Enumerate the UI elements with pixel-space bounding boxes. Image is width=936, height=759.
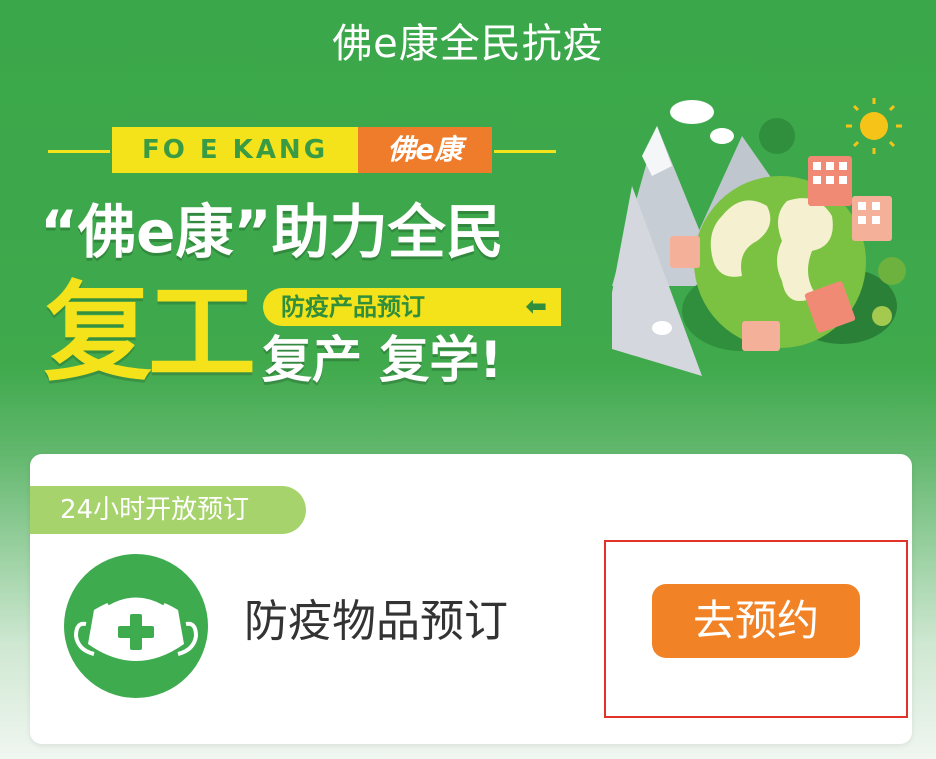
brand-divider-right (494, 150, 556, 153)
arrow-left-icon: ⬅ (525, 292, 547, 322)
promo-tag-label: 防疫产品预订 (281, 293, 425, 321)
booking-card: 24小时开放预订 防疫物品预订 去预约 (30, 454, 912, 744)
brand-divider-left (48, 150, 110, 153)
banner-headline: “佛e康”助力全民 (40, 198, 504, 266)
sun-icon (846, 98, 902, 154)
brand-logo-en: FO E KANG (112, 127, 358, 173)
promo-tag: 防疫产品预订 ⬅ (263, 288, 561, 326)
item-title: 防疫物品预订 (244, 596, 508, 647)
banner-big-word: 复工 (44, 271, 256, 396)
book-now-button[interactable]: 去预约 (652, 584, 860, 658)
open-hours-badge: 24小时开放预订 (30, 486, 306, 534)
mask-plus-icon (64, 554, 208, 698)
banner-sub-headline: 复产 复学! (262, 331, 503, 389)
brand-logo-cn: 佛e康 (358, 127, 492, 173)
globe-illustration (612, 98, 906, 376)
page-title: 佛e康全民抗疫 (332, 21, 604, 67)
